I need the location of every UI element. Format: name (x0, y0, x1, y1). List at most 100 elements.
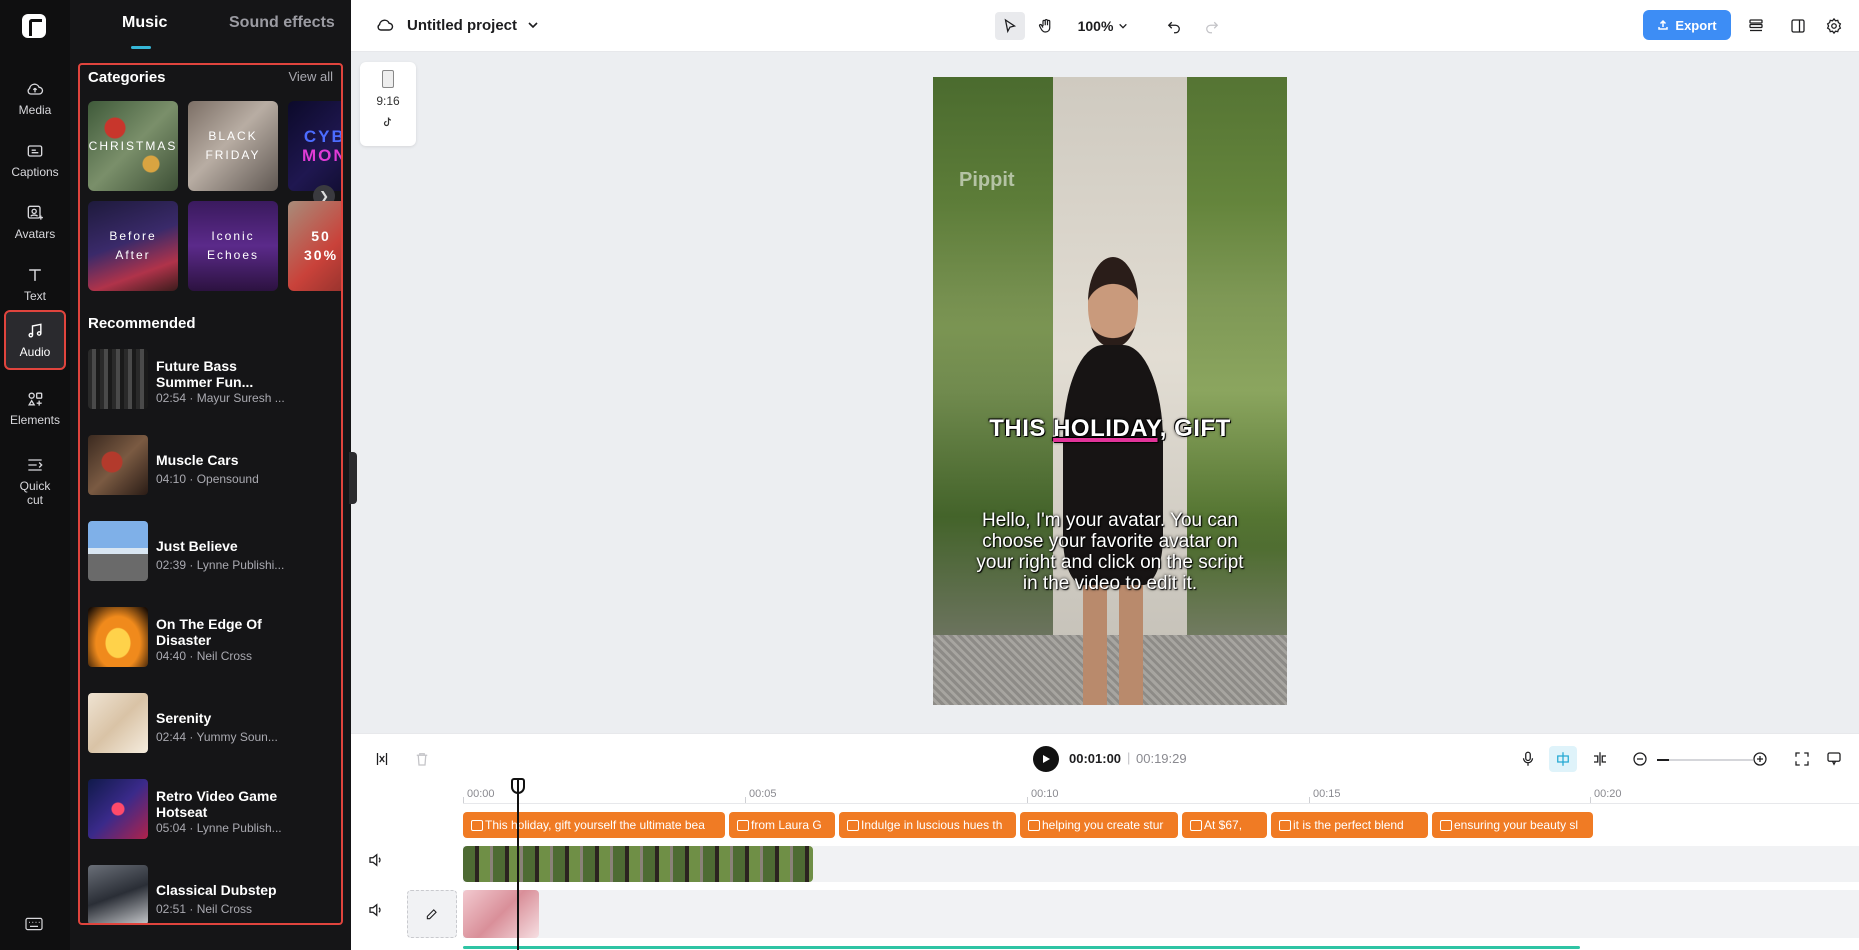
video-preview[interactable]: Pippit THIS HOLIDAY, GIFT Hello, I'm you… (933, 77, 1287, 705)
caption-clip[interactable]: it is the perfect blend (1271, 812, 1428, 838)
caption-clip[interactable]: helping you create stur (1020, 812, 1178, 838)
cloud-icon (27, 83, 44, 95)
speaker-icon (369, 903, 381, 917)
fit-timeline-button[interactable] (1793, 746, 1811, 772)
delete-button[interactable] (413, 746, 431, 772)
caption-clip[interactable]: ensuring your beauty sl (1432, 812, 1593, 838)
link-clips-button[interactable] (1591, 746, 1609, 772)
image-track (463, 890, 1859, 938)
category-cyber-monday[interactable]: CYBMON (288, 101, 341, 191)
magnet-snap-icon (1557, 752, 1569, 766)
caption-highlight-text[interactable]: THIS HOLIDAY, GIFT (933, 415, 1287, 443)
track-item[interactable]: Future Bass Summer Fun... 02:54 · Mayur … (88, 349, 338, 411)
track-item[interactable]: Classical Dubstep 02:51 · Neil Cross (88, 865, 338, 923)
split-icon (376, 753, 388, 765)
caption-clip[interactable]: Indulge in luscious hues th (839, 812, 1016, 838)
zoom-in-button[interactable] (1751, 746, 1769, 772)
phone-frame-icon (382, 70, 394, 88)
fullscreen-icon (1795, 752, 1809, 766)
mute-video-track-button[interactable] (367, 847, 385, 873)
comment-button[interactable] (1825, 746, 1843, 772)
rail-item-label: Avatars (14, 227, 56, 241)
settings-button[interactable] (1819, 12, 1849, 40)
track-item[interactable]: On The Edge Of Disaster 04:40 · Neil Cro… (88, 607, 338, 669)
category-iconic-echoes[interactable]: Iconic Echoes (188, 201, 278, 291)
active-tab-indicator (131, 46, 151, 49)
edit-track-button[interactable] (407, 890, 457, 938)
project-title-dropdown[interactable]: Untitled project (375, 16, 539, 34)
timeline-panel: 00:01:00 | 00:19:29 00:00 00:05 00:10 00… (351, 733, 1859, 950)
tab-music[interactable]: Music (122, 14, 167, 32)
play-button[interactable] (1033, 746, 1059, 772)
tiktok-icon (383, 117, 392, 127)
app-logo[interactable] (22, 14, 46, 38)
chevron-down-icon (1119, 23, 1128, 29)
track-item[interactable]: Muscle Cars 04:10 · Opensound (88, 435, 338, 497)
caption-script-text[interactable]: Hello, I'm your avatar. You can choose y… (969, 510, 1251, 594)
track-item[interactable]: Serenity 02:44 · Yummy Soun... (88, 693, 338, 755)
redo-button[interactable] (1197, 12, 1227, 40)
mute-audio-track-button[interactable] (367, 897, 385, 923)
track-meta: 02:39 · Lynne Publishi... (156, 558, 285, 572)
track-thumbnail (88, 693, 148, 753)
caption-clip[interactable]: from Laura G (729, 812, 835, 838)
microphone-icon (1522, 751, 1534, 766)
rail-item-avatars[interactable]: Avatars (4, 192, 66, 252)
rail-item-label: Text (23, 289, 46, 303)
select-tool-button[interactable] (995, 12, 1025, 40)
rail-item-captions[interactable]: Captions (4, 130, 66, 190)
track-item[interactable]: Retro Video Game Hotseat 05:04 · Lynne P… (88, 779, 338, 841)
track-thumbnail (88, 607, 148, 667)
category-before-after[interactable]: Before After (88, 201, 178, 291)
comment-icon (1827, 752, 1841, 766)
gear-icon (1826, 17, 1842, 35)
keyboard-icon[interactable] (24, 916, 44, 932)
record-voice-button[interactable] (1519, 746, 1537, 772)
zoom-out-button[interactable] (1631, 746, 1649, 772)
rail-item-audio[interactable]: Audio (4, 310, 66, 370)
zoom-dropdown[interactable]: 100% (1075, 12, 1131, 40)
rail-item-media[interactable]: Media (4, 68, 66, 128)
undo-button[interactable] (1159, 12, 1189, 40)
split-clip-button[interactable] (373, 746, 391, 772)
hand-tool-button[interactable] (1031, 12, 1061, 40)
top-toolbar: Untitled project 100% Export (351, 0, 1859, 52)
video-track (463, 846, 1859, 882)
ruler-label: 00:20 (1594, 788, 1622, 800)
panel-collapse-handle[interactable] (349, 452, 357, 504)
aspect-ratio-card[interactable]: 9:16 (360, 62, 416, 146)
layers-button[interactable] (1741, 12, 1771, 40)
track-title: Future Bass Summer Fun... (156, 358, 254, 390)
category-sale[interactable]: 50 30% (288, 201, 341, 291)
image-clip[interactable] (463, 890, 539, 938)
category-black-friday[interactable]: BLACK FRIDAY (188, 101, 278, 191)
category-christmas[interactable]: CHRISTMAS (88, 101, 178, 191)
track-item[interactable]: Just Believe 02:39 · Lynne Publishi... (88, 521, 338, 583)
timeline-zoom-slider[interactable] (1657, 759, 1753, 761)
play-icon (1043, 755, 1050, 763)
hand-icon (1038, 19, 1051, 33)
timeline-ruler[interactable]: 00:00 00:05 00:10 00:15 00:20 (463, 784, 1859, 804)
video-clip[interactable] (463, 846, 813, 882)
track-thumbnail (88, 435, 148, 495)
rail-item-quick-cut[interactable]: Quick cut (4, 448, 66, 514)
captions-icon (27, 145, 43, 157)
speaker-icon (369, 853, 381, 867)
caption-clip[interactable]: This holiday, gift yourself the ultimate… (463, 812, 725, 838)
avatar-head (1088, 257, 1138, 347)
playhead[interactable] (517, 780, 519, 950)
rail-item-text[interactable]: Text (4, 254, 66, 314)
music-library: Categories View all CHRISTMAS BLACK FRIDA… (78, 63, 343, 925)
tab-sound-effects[interactable]: Sound effects (229, 14, 335, 32)
rail-item-elements[interactable]: Elements (4, 378, 66, 438)
track-meta: 04:40 · Neil Cross (156, 649, 253, 663)
avatar-legs (1083, 585, 1143, 705)
export-button[interactable]: Export (1643, 10, 1731, 40)
recommended-heading: Recommended (88, 315, 196, 332)
elements-icon (27, 392, 43, 406)
caption-clip[interactable]: At $67, (1182, 812, 1267, 838)
snap-toggle[interactable] (1549, 746, 1577, 772)
avatar-figure (1058, 257, 1168, 705)
view-all-link[interactable]: View all (288, 69, 333, 84)
split-view-button[interactable] (1783, 12, 1813, 40)
